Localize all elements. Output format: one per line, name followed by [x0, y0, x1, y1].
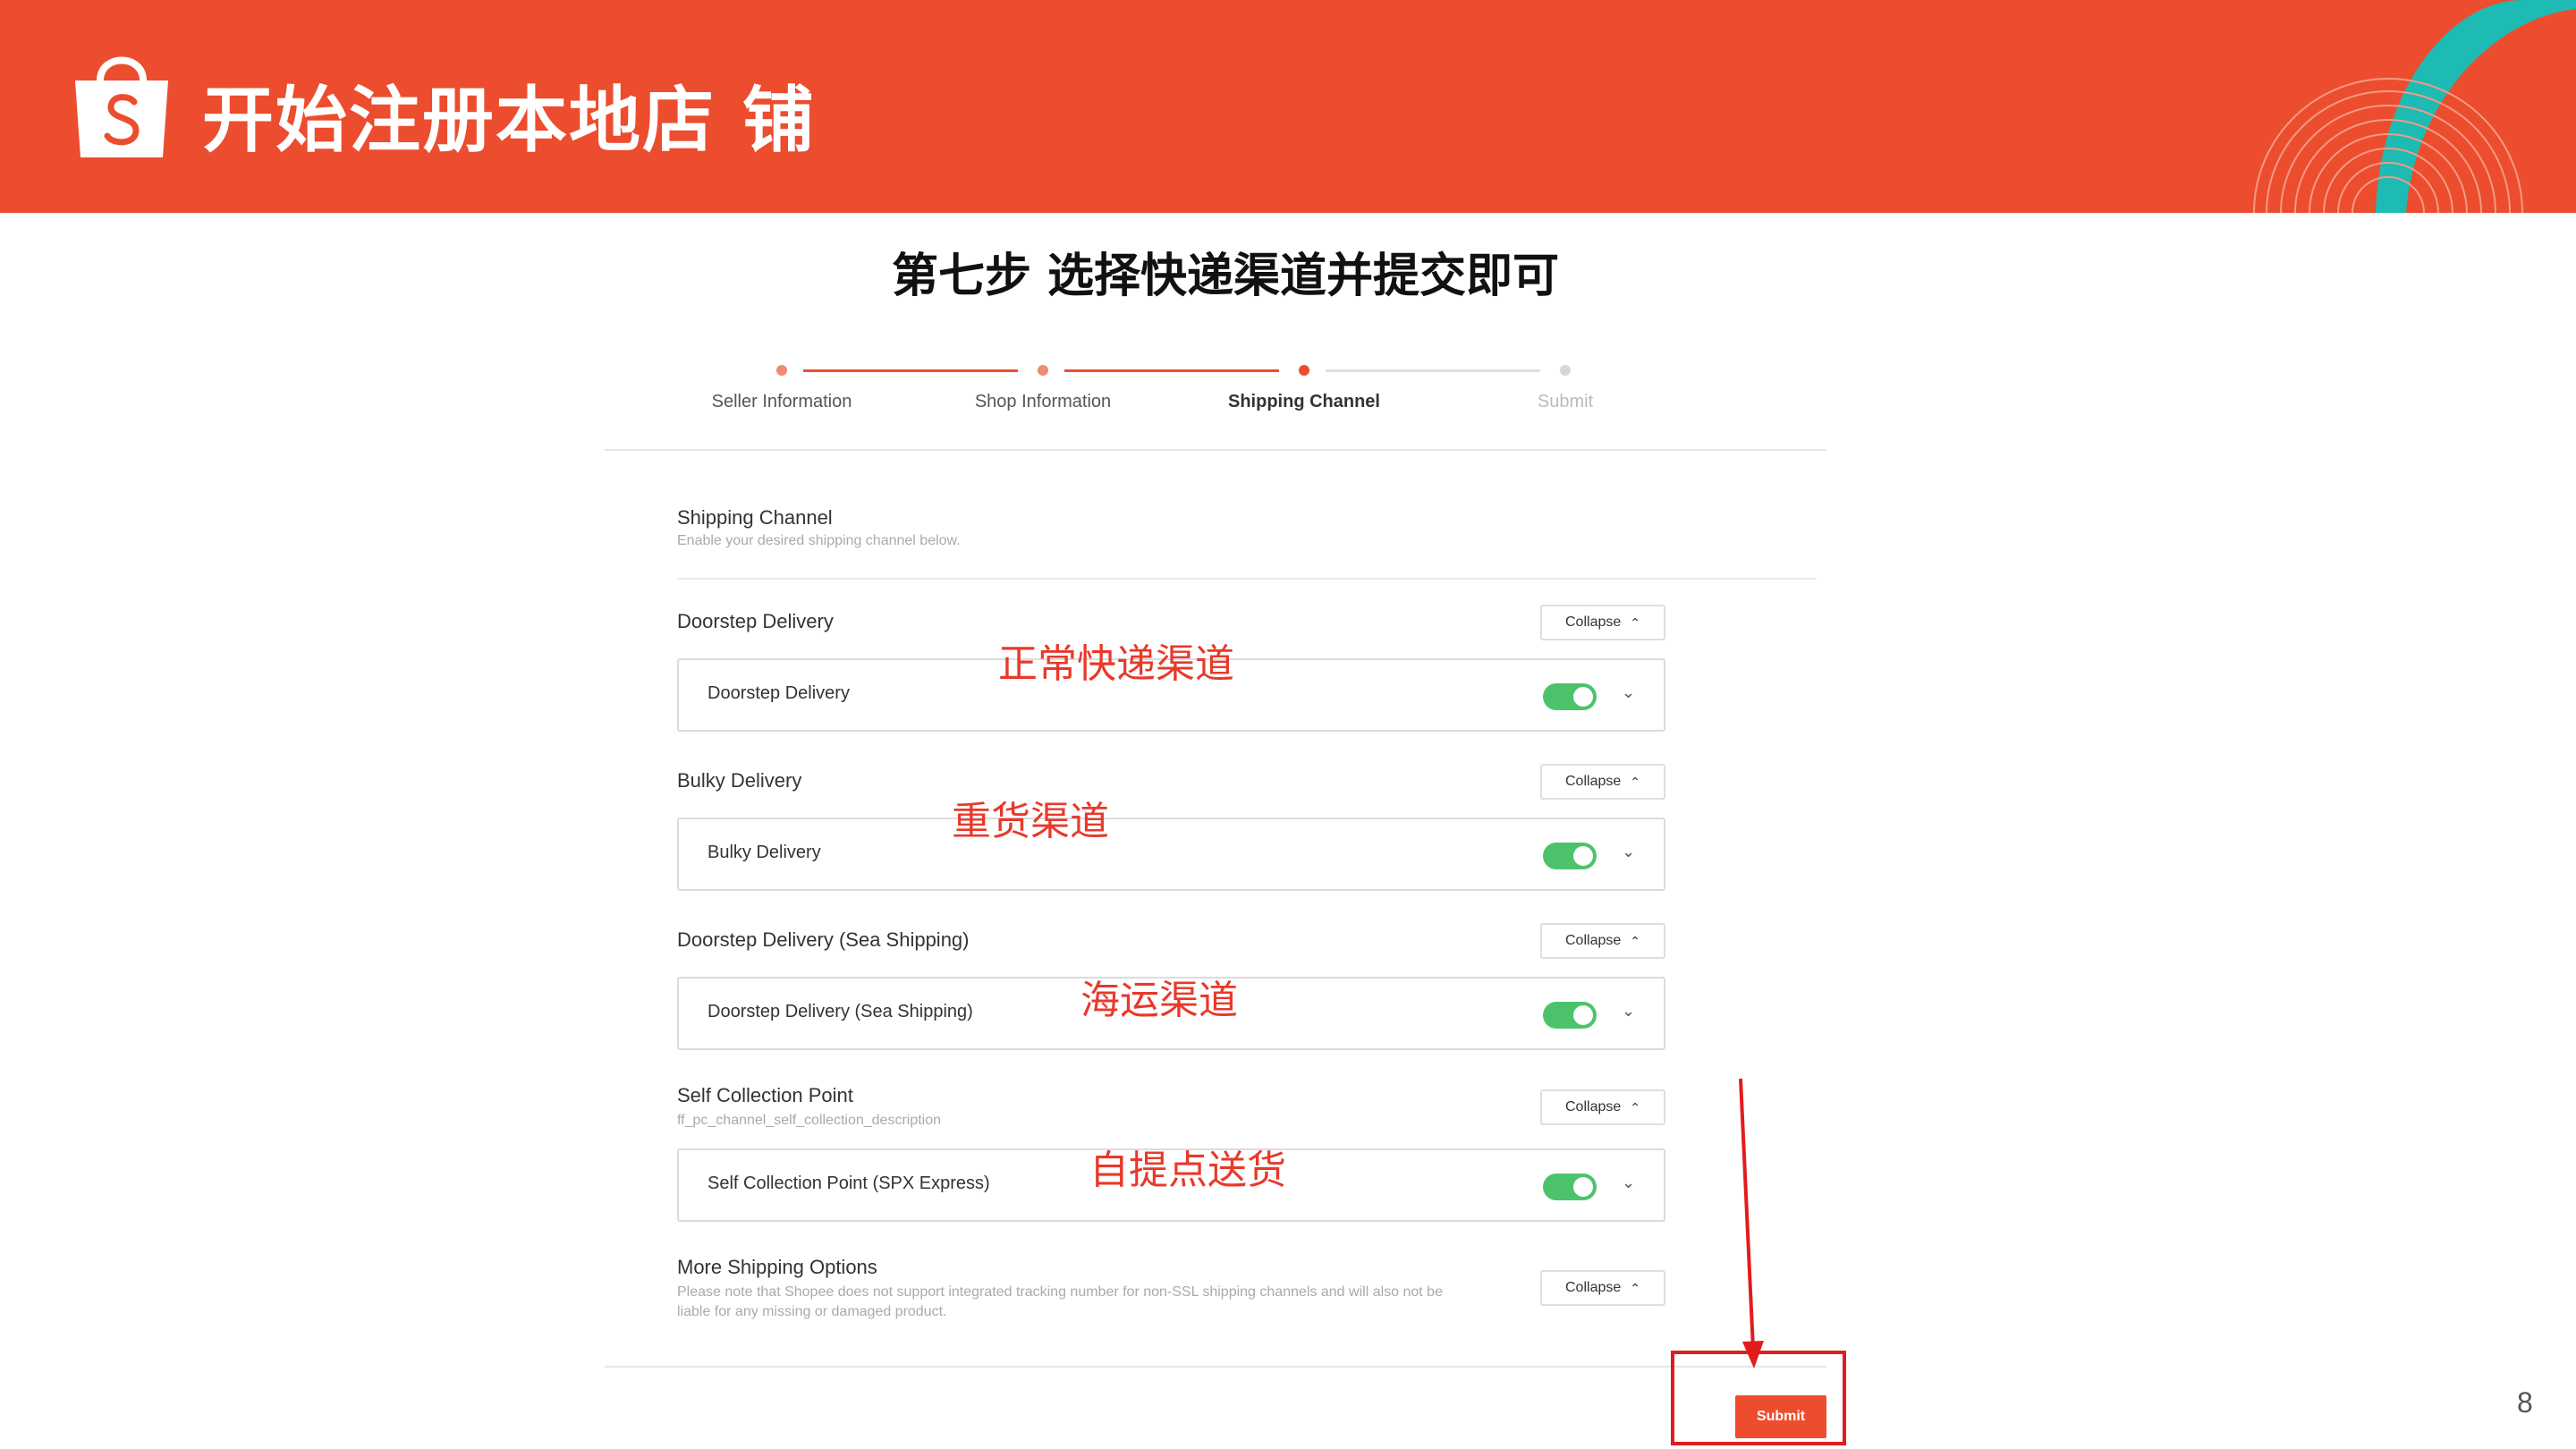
stepper-divider — [605, 449, 1826, 451]
shopee-bag-logo-icon — [75, 56, 168, 157]
collapse-button-label: Collapse — [1565, 1099, 1622, 1114]
stepper-connector — [1064, 369, 1279, 372]
annotation-arrow — [1739, 1078, 1764, 1368]
channel-toggle[interactable] — [1543, 683, 1597, 710]
collapse-button[interactable]: Collapse ⌃ — [1540, 923, 1665, 959]
collapse-button-label: Collapse — [1565, 933, 1622, 948]
chevron-up-icon: ⌃ — [1630, 933, 1640, 948]
collapse-button-label: Collapse — [1565, 614, 1622, 630]
section-divider — [677, 578, 1817, 580]
toggle-knob — [1573, 846, 1593, 866]
group-title-doorstep-delivery: Doorstep Delivery — [677, 610, 834, 632]
step-label-shop-information: Shop Information — [974, 392, 1112, 411]
toggle-knob — [1573, 1005, 1593, 1025]
group-title-bulky-delivery: Bulky Delivery — [677, 769, 802, 792]
annotation-normal-delivery: 正常快递渠道 — [998, 641, 1234, 687]
channel-label: Self Collection Point (SPX Express) — [708, 1174, 990, 1193]
step-label-seller-information: Seller Information — [711, 392, 852, 411]
channel-toggle[interactable] — [1543, 1002, 1597, 1029]
stepper-connector — [803, 369, 1018, 372]
step-label-submit: Submit — [1537, 392, 1594, 411]
shipping-channel-description: Enable your desired shipping channel bel… — [677, 533, 961, 548]
submit-button[interactable]: Submit — [1735, 1395, 1826, 1438]
chevron-down-icon[interactable]: ⌄ — [1622, 1174, 1635, 1192]
channel-row-bulky-delivery: Bulky Delivery ⌄ — [677, 818, 1665, 891]
footer-divider — [605, 1366, 1826, 1368]
group-title-sea-shipping: Doorstep Delivery (Sea Shipping) — [677, 928, 970, 951]
step-title: 第七步 选择快递渠道并提交即可 — [891, 250, 1560, 303]
channel-label: Doorstep Delivery — [708, 683, 850, 703]
collapse-button-label: Collapse — [1565, 774, 1622, 789]
step-label-shipping-channel: Shipping Channel — [1228, 392, 1380, 411]
banner-title: 开始注册本地店 铺 — [202, 79, 816, 162]
collapse-button[interactable]: Collapse ⌃ — [1540, 1270, 1665, 1306]
progress-stepper: Seller Information Shop Information Ship… — [605, 358, 1826, 451]
chevron-up-icon: ⌃ — [1630, 614, 1640, 630]
channel-label: Bulky Delivery — [708, 843, 821, 862]
collapse-button-label: Collapse — [1565, 1280, 1622, 1295]
step-dot-submit — [1560, 365, 1571, 376]
more-shipping-options-description-line1: Please note that Shopee does not support… — [677, 1284, 1443, 1300]
group-description-self-collection: ff_pc_channel_self_collection_descriptio… — [677, 1113, 942, 1128]
header-banner: 开始注册本地店 铺 — [0, 0, 2576, 213]
step-dot-shop-information — [1038, 365, 1048, 376]
chevron-down-icon[interactable]: ⌄ — [1622, 843, 1635, 861]
channel-label: Doorstep Delivery (Sea Shipping) — [708, 1002, 973, 1021]
annotation-self-collection: 自提点送货 — [1089, 1148, 1286, 1193]
channel-toggle[interactable] — [1543, 843, 1597, 869]
annotation-sea-shipping: 海运渠道 — [1080, 978, 1238, 1023]
step-dot-seller-information — [776, 365, 787, 376]
decorative-arc-graphic — [2253, 0, 2576, 213]
annotation-bulky-delivery: 重货渠道 — [952, 799, 1109, 844]
toggle-knob — [1573, 1177, 1593, 1197]
page-number: 8 — [2517, 1386, 2533, 1419]
toggle-knob — [1573, 687, 1593, 707]
group-title-self-collection-point: Self Collection Point — [677, 1084, 853, 1106]
channel-toggle[interactable] — [1543, 1174, 1597, 1200]
shipping-channel-title: Shipping Channel — [677, 506, 833, 529]
collapse-button[interactable]: Collapse ⌃ — [1540, 605, 1665, 640]
collapse-button[interactable]: Collapse ⌃ — [1540, 1089, 1665, 1125]
chevron-up-icon: ⌃ — [1630, 1099, 1640, 1114]
chevron-up-icon: ⌃ — [1630, 774, 1640, 789]
chevron-down-icon[interactable]: ⌄ — [1622, 1002, 1635, 1021]
step-dot-shipping-channel — [1299, 365, 1309, 376]
chevron-up-icon: ⌃ — [1630, 1280, 1640, 1295]
collapse-button[interactable]: Collapse ⌃ — [1540, 764, 1665, 800]
more-shipping-options-title: More Shipping Options — [677, 1256, 877, 1278]
stepper-connector — [1326, 369, 1540, 372]
chevron-down-icon[interactable]: ⌄ — [1622, 683, 1635, 702]
more-shipping-options-description-line2: liable for any missing or damaged produc… — [677, 1304, 947, 1319]
